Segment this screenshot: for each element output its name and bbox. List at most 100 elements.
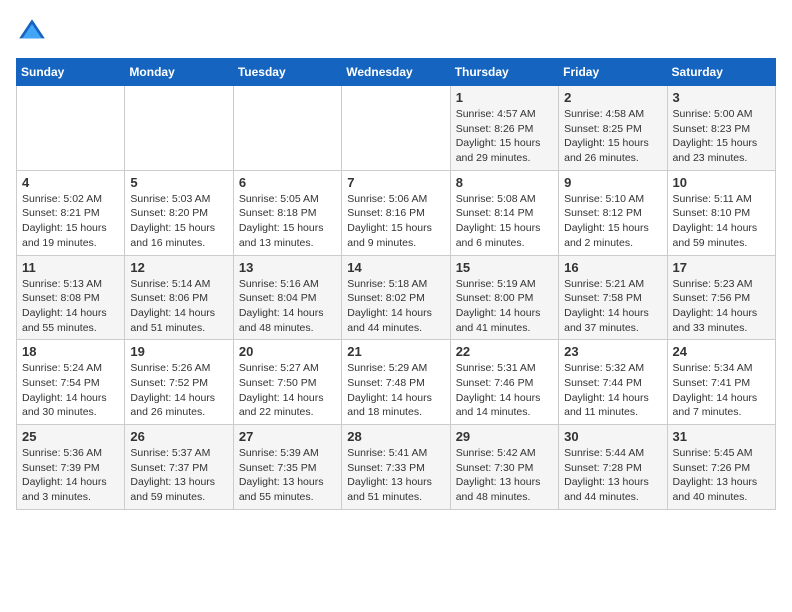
day-info: Sunrise: 5:11 AM Sunset: 8:10 PM Dayligh… — [673, 192, 770, 251]
calendar-day-cell: 31 Sunrise: 5:45 AM Sunset: 7:26 PM Dayli… — [667, 425, 775, 510]
day-number: 16 — [564, 260, 661, 275]
calendar-day-cell: 1 Sunrise: 4:57 AM Sunset: 8:26 PM Daylig… — [450, 86, 558, 171]
weekday-header: Friday — [559, 59, 667, 86]
calendar-day-cell — [233, 86, 341, 171]
logo — [16, 16, 52, 48]
calendar-day-cell: 16 Sunrise: 5:21 AM Sunset: 7:58 PM Dayli… — [559, 255, 667, 340]
day-number: 3 — [673, 90, 770, 105]
page-header — [16, 16, 776, 48]
weekday-header: Sunday — [17, 59, 125, 86]
weekday-header: Saturday — [667, 59, 775, 86]
calendar-day-cell: 9 Sunrise: 5:10 AM Sunset: 8:12 PM Daylig… — [559, 170, 667, 255]
day-number: 13 — [239, 260, 336, 275]
day-number: 22 — [456, 344, 553, 359]
calendar-day-cell: 11Sunrise: 5:13 AM Sunset: 8:08 PM Dayli… — [17, 255, 125, 340]
calendar-day-cell — [342, 86, 450, 171]
calendar-day-cell: 6 Sunrise: 5:05 AM Sunset: 8:18 PM Daylig… — [233, 170, 341, 255]
calendar-day-cell: 22 Sunrise: 5:31 AM Sunset: 7:46 PM Dayli… — [450, 340, 558, 425]
calendar-day-cell: 4 Sunrise: 5:02 AM Sunset: 8:21 PM Daylig… — [17, 170, 125, 255]
day-number: 2 — [564, 90, 661, 105]
day-info: Sunrise: 5:42 AM Sunset: 7:30 PM Dayligh… — [456, 446, 553, 505]
calendar-day-cell: 26 Sunrise: 5:37 AM Sunset: 7:37 PM Dayli… — [125, 425, 233, 510]
day-info: Sunrise: 5:02 AM Sunset: 8:21 PM Dayligh… — [22, 192, 119, 251]
day-number: 1 — [456, 90, 553, 105]
calendar-day-cell: 8 Sunrise: 5:08 AM Sunset: 8:14 PM Daylig… — [450, 170, 558, 255]
calendar-day-cell: 27Sunrise: 5:39 AM Sunset: 7:35 PM Dayli… — [233, 425, 341, 510]
calendar-day-cell: 17Sunrise: 5:23 AM Sunset: 7:56 PM Dayli… — [667, 255, 775, 340]
calendar-week-row: 18 Sunrise: 5:24 AM Sunset: 7:54 PM Dayli… — [17, 340, 776, 425]
day-number: 7 — [347, 175, 444, 190]
calendar-day-cell: 7 Sunrise: 5:06 AM Sunset: 8:16 PM Daylig… — [342, 170, 450, 255]
day-number: 23 — [564, 344, 661, 359]
day-number: 8 — [456, 175, 553, 190]
calendar-day-cell: 14 Sunrise: 5:18 AM Sunset: 8:02 PM Dayli… — [342, 255, 450, 340]
day-info: Sunrise: 5:19 AM Sunset: 8:00 PM Dayligh… — [456, 277, 553, 336]
day-number: 26 — [130, 429, 227, 444]
calendar-day-cell: 12Sunrise: 5:14 AM Sunset: 8:06 PM Dayli… — [125, 255, 233, 340]
day-info: Sunrise: 4:57 AM Sunset: 8:26 PM Dayligh… — [456, 107, 553, 166]
day-info: Sunrise: 5:10 AM Sunset: 8:12 PM Dayligh… — [564, 192, 661, 251]
day-info: Sunrise: 5:16 AM Sunset: 8:04 PM Dayligh… — [239, 277, 336, 336]
calendar-day-cell: 21 Sunrise: 5:29 AM Sunset: 7:48 PM Dayli… — [342, 340, 450, 425]
calendar-day-cell: 18 Sunrise: 5:24 AM Sunset: 7:54 PM Dayli… — [17, 340, 125, 425]
calendar-week-row: 25Sunrise: 5:36 AM Sunset: 7:39 PM Dayli… — [17, 425, 776, 510]
day-number: 21 — [347, 344, 444, 359]
day-info: Sunrise: 5:34 AM Sunset: 7:41 PM Dayligh… — [673, 361, 770, 420]
calendar-day-cell: 15Sunrise: 5:19 AM Sunset: 8:00 PM Dayli… — [450, 255, 558, 340]
day-number: 6 — [239, 175, 336, 190]
day-number: 10 — [673, 175, 770, 190]
calendar-day-cell: 2 Sunrise: 4:58 AM Sunset: 8:25 PM Daylig… — [559, 86, 667, 171]
calendar-day-cell — [125, 86, 233, 171]
day-number: 27 — [239, 429, 336, 444]
calendar-week-row: 4 Sunrise: 5:02 AM Sunset: 8:21 PM Daylig… — [17, 170, 776, 255]
day-info: Sunrise: 5:05 AM Sunset: 8:18 PM Dayligh… — [239, 192, 336, 251]
day-info: Sunrise: 5:08 AM Sunset: 8:14 PM Dayligh… — [456, 192, 553, 251]
calendar-table: SundayMondayTuesdayWednesdayThursdayFrid… — [16, 58, 776, 510]
day-info: Sunrise: 5:29 AM Sunset: 7:48 PM Dayligh… — [347, 361, 444, 420]
calendar-header-row: SundayMondayTuesdayWednesdayThursdayFrid… — [17, 59, 776, 86]
day-info: Sunrise: 5:18 AM Sunset: 8:02 PM Dayligh… — [347, 277, 444, 336]
calendar-day-cell: 19Sunrise: 5:26 AM Sunset: 7:52 PM Dayli… — [125, 340, 233, 425]
day-info: Sunrise: 5:24 AM Sunset: 7:54 PM Dayligh… — [22, 361, 119, 420]
calendar-day-cell: 30 Sunrise: 5:44 AM Sunset: 7:28 PM Dayli… — [559, 425, 667, 510]
day-info: Sunrise: 5:45 AM Sunset: 7:26 PM Dayligh… — [673, 446, 770, 505]
logo-icon — [16, 16, 48, 48]
day-number: 30 — [564, 429, 661, 444]
day-info: Sunrise: 5:31 AM Sunset: 7:46 PM Dayligh… — [456, 361, 553, 420]
day-info: Sunrise: 5:37 AM Sunset: 7:37 PM Dayligh… — [130, 446, 227, 505]
calendar-day-cell — [17, 86, 125, 171]
day-info: Sunrise: 5:26 AM Sunset: 7:52 PM Dayligh… — [130, 361, 227, 420]
day-number: 17 — [673, 260, 770, 275]
calendar-day-cell: 24 Sunrise: 5:34 AM Sunset: 7:41 PM Dayli… — [667, 340, 775, 425]
day-info: Sunrise: 5:03 AM Sunset: 8:20 PM Dayligh… — [130, 192, 227, 251]
day-number: 9 — [564, 175, 661, 190]
calendar-week-row: 1 Sunrise: 4:57 AM Sunset: 8:26 PM Daylig… — [17, 86, 776, 171]
day-info: Sunrise: 4:58 AM Sunset: 8:25 PM Dayligh… — [564, 107, 661, 166]
day-info: Sunrise: 5:00 AM Sunset: 8:23 PM Dayligh… — [673, 107, 770, 166]
day-info: Sunrise: 5:14 AM Sunset: 8:06 PM Dayligh… — [130, 277, 227, 336]
calendar-day-cell: 29 Sunrise: 5:42 AM Sunset: 7:30 PM Dayli… — [450, 425, 558, 510]
calendar-day-cell: 28Sunrise: 5:41 AM Sunset: 7:33 PM Dayli… — [342, 425, 450, 510]
calendar-week-row: 11Sunrise: 5:13 AM Sunset: 8:08 PM Dayli… — [17, 255, 776, 340]
weekday-header: Thursday — [450, 59, 558, 86]
calendar-day-cell: 20Sunrise: 5:27 AM Sunset: 7:50 PM Dayli… — [233, 340, 341, 425]
day-info: Sunrise: 5:06 AM Sunset: 8:16 PM Dayligh… — [347, 192, 444, 251]
weekday-header: Wednesday — [342, 59, 450, 86]
day-number: 11 — [22, 260, 119, 275]
day-info: Sunrise: 5:21 AM Sunset: 7:58 PM Dayligh… — [564, 277, 661, 336]
day-number: 18 — [22, 344, 119, 359]
calendar-day-cell: 23 Sunrise: 5:32 AM Sunset: 7:44 PM Dayli… — [559, 340, 667, 425]
day-info: Sunrise: 5:41 AM Sunset: 7:33 PM Dayligh… — [347, 446, 444, 505]
day-number: 24 — [673, 344, 770, 359]
day-number: 25 — [22, 429, 119, 444]
day-number: 29 — [456, 429, 553, 444]
calendar-day-cell: 5Sunrise: 5:03 AM Sunset: 8:20 PM Daylig… — [125, 170, 233, 255]
weekday-header: Monday — [125, 59, 233, 86]
day-info: Sunrise: 5:27 AM Sunset: 7:50 PM Dayligh… — [239, 361, 336, 420]
day-number: 31 — [673, 429, 770, 444]
day-info: Sunrise: 5:32 AM Sunset: 7:44 PM Dayligh… — [564, 361, 661, 420]
day-info: Sunrise: 5:44 AM Sunset: 7:28 PM Dayligh… — [564, 446, 661, 505]
weekday-header: Tuesday — [233, 59, 341, 86]
day-number: 14 — [347, 260, 444, 275]
day-number: 4 — [22, 175, 119, 190]
